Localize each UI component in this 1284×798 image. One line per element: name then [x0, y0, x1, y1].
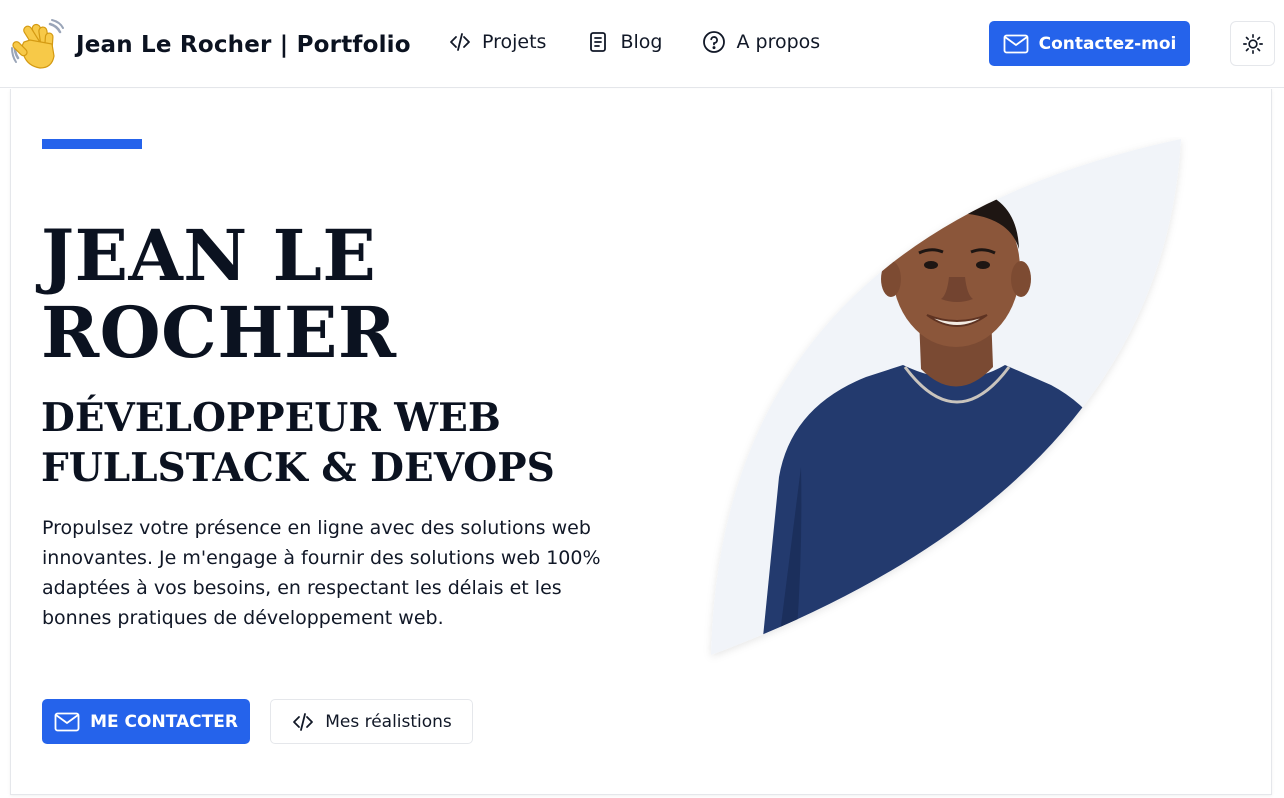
code-icon [293, 712, 314, 731]
document-icon [590, 32, 607, 52]
code-icon [450, 33, 470, 51]
contact-button[interactable]: Contactez-moi [989, 21, 1190, 66]
nav-item-label: A propos [736, 31, 821, 53]
mail-icon [54, 712, 80, 731]
sun-icon [1242, 33, 1263, 54]
nav-item-label: Blog [620, 31, 663, 53]
hero-name: JEAN LE ROCHER [41, 214, 397, 374]
portrait-photo [711, 139, 1181, 655]
hero-role: DÉVELOPPEUR WEB FULLSTACK & DEVOPS [41, 395, 555, 491]
nav-item-projets[interactable]: Projets [448, 30, 546, 54]
brand-link[interactable]: Jean Le Rocher | Portfolio [10, 18, 411, 72]
hero-section: JEAN LE ROCHER DÉVELOPPEUR WEB FULLSTACK… [10, 89, 1272, 795]
nav-item-label: Projets [482, 31, 547, 53]
top-navbar: Jean Le Rocher | Portfolio Projets Blog … [0, 0, 1284, 88]
mes-realisations-label: Mes réalistions [325, 711, 452, 732]
question-circle-icon [703, 31, 726, 53]
nav-item-a-propos[interactable]: A propos [702, 30, 820, 54]
main-nav: Projets Blog A propos [448, 30, 820, 54]
me-contacter-button[interactable]: ME CONTACTER [42, 699, 250, 744]
accent-bar [42, 139, 142, 149]
nav-item-blog[interactable]: Blog [586, 30, 662, 54]
theme-toggle-button[interactable] [1230, 21, 1275, 66]
mes-realisations-button[interactable]: Mes réalistions [270, 699, 473, 744]
contact-button-label: Contactez-moi [1038, 33, 1177, 54]
hero-description: Propulsez votre présence en ligne avec d… [42, 517, 601, 629]
brand-title: Jean Le Rocher | Portfolio [76, 32, 411, 58]
mail-icon [1003, 34, 1029, 53]
waving-hand-icon [11, 19, 64, 69]
me-contacter-label: ME CONTACTER [90, 711, 238, 732]
